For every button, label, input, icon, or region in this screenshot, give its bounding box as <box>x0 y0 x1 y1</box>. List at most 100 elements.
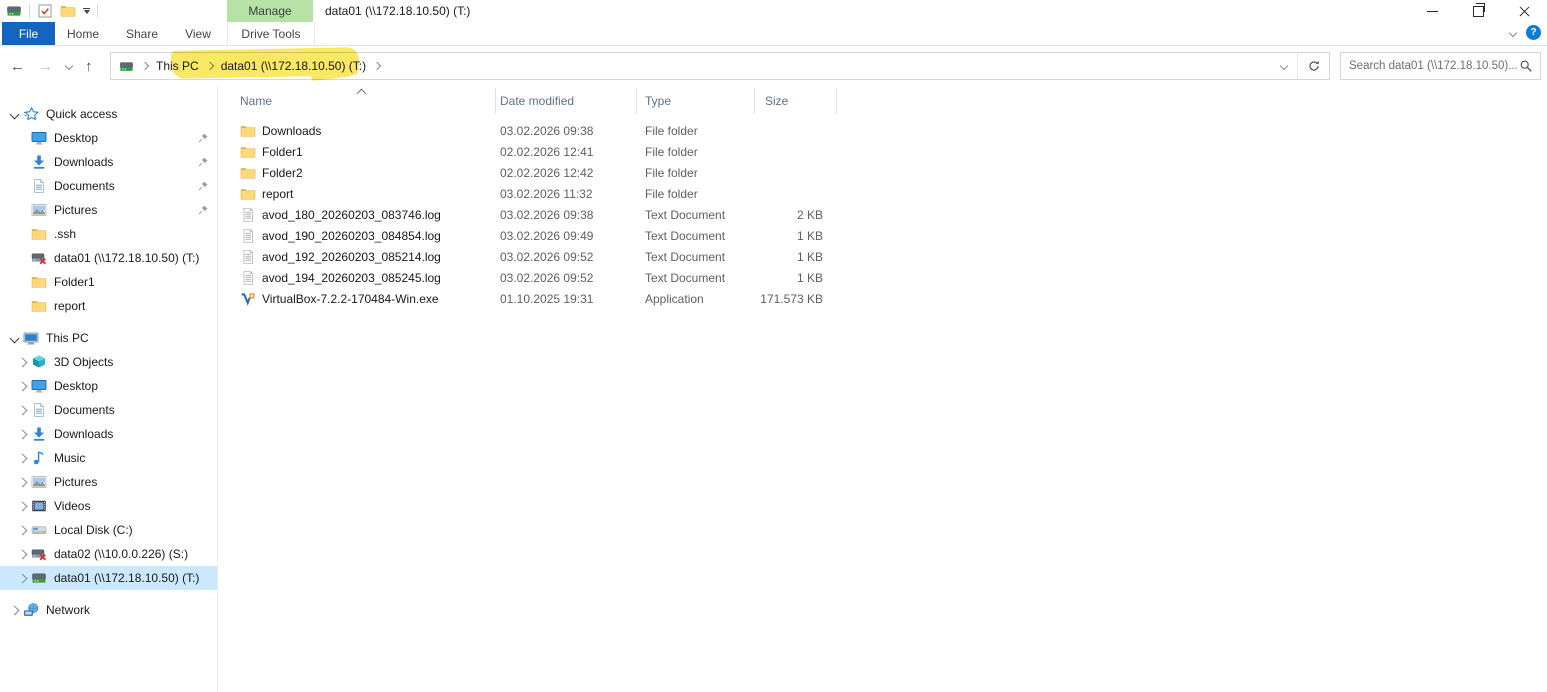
sidebar-item-pictures[interactable]: Pictures <box>0 198 217 222</box>
sidebar-section: This PC 3D Objects Desktop Documents Dow… <box>0 326 217 590</box>
up-button[interactable]: ↑ <box>85 59 93 74</box>
sidebar-item-desktop[interactable]: Desktop <box>0 374 217 398</box>
recent-locations-chevron-icon[interactable] <box>64 61 74 71</box>
tab-share[interactable]: Share <box>114 22 170 45</box>
column-header-date-modified[interactable]: Date modified <box>496 88 637 114</box>
address-dropdown-caret-icon[interactable] <box>1271 53 1297 79</box>
sidebar-item-label: Desktop <box>54 379 99 393</box>
address-bar[interactable]: This PC data01 (\\172.18.10.50) (T:) <box>110 52 1330 80</box>
quick-access-toolbar <box>6 2 98 20</box>
sidebar-item-label: Desktop <box>54 131 99 145</box>
column-header-type[interactable]: Type <box>637 88 755 114</box>
file-name: Folder2 <box>262 165 303 180</box>
expander-chevron-icon[interactable] <box>9 109 20 119</box>
item-icon <box>31 498 47 514</box>
sidebar-item-folder1[interactable]: Folder1 <box>0 270 217 294</box>
sidebar-item-3d-objects[interactable]: 3D Objects <box>0 350 217 374</box>
file-row-avod-180-20260203-083746-log[interactable]: avod_180_20260203_083746.log 03.02.2026 … <box>218 204 1547 225</box>
item-icon <box>31 298 47 314</box>
sidebar-section-network[interactable]: Network <box>0 598 217 622</box>
forward-button[interactable]: → <box>38 59 53 74</box>
expander-chevron-icon[interactable] <box>17 381 28 391</box>
file-row-folder1[interactable]: Folder1 02.02.2026 12:41 File folder <box>218 141 1547 162</box>
file-explorer-window: Manage data01 (\\172.18.10.50) (T:) File… <box>0 0 1547 692</box>
customize-caret-icon[interactable] <box>83 8 90 14</box>
breadcrumb-chevron-icon[interactable] <box>205 61 214 71</box>
refresh-icon[interactable] <box>1297 53 1329 79</box>
file-type-icon <box>240 270 256 286</box>
sidebar-item-data01-172-18-10-50-t[interactable]: data01 (\\172.18.10.50) (T:) <box>0 246 217 270</box>
sidebar-item-videos[interactable]: Videos <box>0 494 217 518</box>
pin-icon <box>197 132 209 144</box>
file-row-avod-192-20260203-085214-log[interactable]: avod_192_20260203_085214.log 03.02.2026 … <box>218 246 1547 267</box>
column-header-size[interactable]: Size <box>755 88 837 114</box>
file-row-downloads[interactable]: Downloads 03.02.2026 09:38 File folder <box>218 120 1547 141</box>
sidebar-item-ssh[interactable]: .ssh <box>0 222 217 246</box>
expander-chevron-icon[interactable] <box>17 453 28 463</box>
file-row-avod-190-20260203-084854-log[interactable]: avod_190_20260203_084854.log 03.02.2026 … <box>218 225 1547 246</box>
breadcrumb-chevron-icon[interactable] <box>140 61 150 71</box>
file-row-virtualbox-7-2-2-170484-win-exe[interactable]: VirtualBox-7.2.2-170484-Win.exe 01.10.20… <box>218 288 1547 309</box>
file-type: Application <box>645 291 704 306</box>
sidebar-item-report[interactable]: report <box>0 294 217 318</box>
expander-chevron-icon[interactable] <box>9 333 20 343</box>
breadcrumb-this-pc[interactable]: This PC <box>156 59 199 73</box>
restore-button[interactable] <box>1455 0 1501 22</box>
ribbon-collapse-chevron-icon[interactable] <box>1508 28 1518 37</box>
sidebar-item-data02-10-0-0-226-s[interactable]: data02 (\\10.0.0.226) (S:) <box>0 542 217 566</box>
tab-drive-tools[interactable]: Drive Tools <box>227 22 315 45</box>
sidebar-item-music[interactable]: Music <box>0 446 217 470</box>
sidebar-item-documents[interactable]: Documents <box>0 398 217 422</box>
file-date-modified: 03.02.2026 09:38 <box>500 123 594 138</box>
file-row-folder2[interactable]: Folder2 02.02.2026 12:42 File folder <box>218 162 1547 183</box>
file-name: avod_192_20260203_085214.log <box>262 249 441 264</box>
back-button[interactable]: ← <box>10 59 25 74</box>
file-date-modified: 02.02.2026 12:41 <box>500 144 594 159</box>
sidebar-item-label: Downloads <box>54 155 114 169</box>
expander-chevron-icon[interactable] <box>17 573 28 583</box>
search-box[interactable] <box>1340 52 1541 80</box>
sidebar-section-this-pc[interactable]: This PC <box>0 326 217 350</box>
search-icon[interactable] <box>1519 59 1533 73</box>
file-type-icon <box>240 228 256 244</box>
sidebar-item-label: Documents <box>54 179 115 193</box>
section-icon <box>23 602 39 618</box>
search-input[interactable] <box>1341 60 1519 72</box>
file-name: avod_190_20260203_084854.log <box>262 228 441 243</box>
sidebar-section-quick-access[interactable]: Quick access <box>0 102 217 126</box>
properties-check-icon[interactable] <box>37 3 53 19</box>
expander-chevron-icon[interactable] <box>17 525 28 535</box>
sidebar-item-label: 3D Objects <box>54 355 114 369</box>
item-icon <box>31 226 47 242</box>
sidebar-item-pictures[interactable]: Pictures <box>0 470 217 494</box>
sidebar-item-downloads[interactable]: Downloads <box>0 422 217 446</box>
expander-chevron-icon[interactable] <box>17 405 28 415</box>
breadcrumb-chevron-icon[interactable] <box>372 61 382 71</box>
sidebar-item-documents[interactable]: Documents <box>0 174 217 198</box>
new-folder-icon[interactable] <box>60 3 76 19</box>
close-button[interactable] <box>1501 0 1547 22</box>
file-date-modified: 01.10.2025 19:31 <box>500 291 594 306</box>
sidebar-item-data01-172-18-10-50-t[interactable]: data01 (\\172.18.10.50) (T:) <box>0 566 217 590</box>
pin-icon <box>197 204 209 216</box>
expander-chevron-icon[interactable] <box>17 357 28 367</box>
breadcrumb-data01[interactable]: data01 (\\172.18.10.50) (T:) <box>221 59 366 73</box>
tab-file[interactable]: File <box>2 22 55 45</box>
expander-chevron-icon[interactable] <box>17 429 28 439</box>
sidebar-item-desktop[interactable]: Desktop <box>0 126 217 150</box>
tab-view[interactable]: View <box>170 22 226 45</box>
sidebar-item-downloads[interactable]: Downloads <box>0 150 217 174</box>
expander-chevron-icon[interactable] <box>17 501 28 511</box>
minimize-button[interactable] <box>1409 0 1455 22</box>
expander-chevron-icon[interactable] <box>9 605 20 615</box>
sidebar-item-local-disk-c[interactable]: Local Disk (C:) <box>0 518 217 542</box>
toolbar-divider <box>97 4 98 18</box>
help-icon[interactable]: ? <box>1526 25 1541 40</box>
manage-contextual-tab[interactable]: Manage <box>227 0 313 22</box>
file-row-avod-194-20260203-085245-log[interactable]: avod_194_20260203_085245.log 03.02.2026 … <box>218 267 1547 288</box>
expander-chevron-icon[interactable] <box>17 477 28 487</box>
file-row-report[interactable]: report 03.02.2026 11:32 File folder <box>218 183 1547 204</box>
sidebar-item-label: data01 (\\172.18.10.50) (T:) <box>54 251 200 265</box>
expander-chevron-icon[interactable] <box>17 549 28 559</box>
tab-home[interactable]: Home <box>55 22 111 45</box>
